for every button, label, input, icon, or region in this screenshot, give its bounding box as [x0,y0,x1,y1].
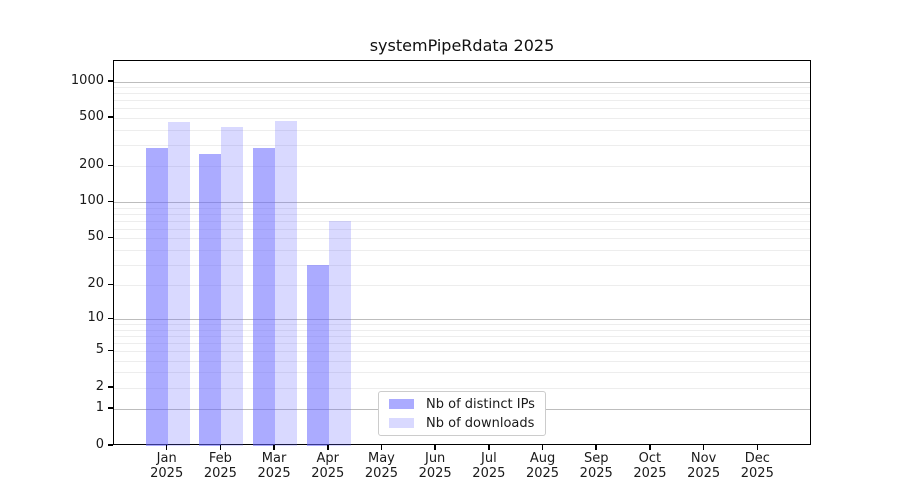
legend: Nb of distinct IPs Nb of downloads [378,391,546,436]
y-tick-mark [108,237,113,239]
y-tick-label: 1000 [38,73,104,89]
x-tick-mark [488,445,490,450]
gridline-minor [114,118,810,119]
legend-swatch-distinct-ips-icon [389,399,414,409]
bar-distinct-ips-jan [146,148,168,446]
y-tick-label: 200 [38,157,104,173]
y-tick-label: 1 [38,400,104,416]
legend-label-distinct-ips: Nb of distinct IPs [426,397,535,412]
x-tick-mark [273,445,275,450]
x-tick-mark [757,445,759,450]
legend-item-distinct-ips: Nb of distinct IPs [389,397,535,412]
gridline-minor [114,108,810,109]
bar-distinct-ips-feb [199,154,221,446]
y-tick-label: 100 [38,193,104,209]
bar-downloads-feb [221,127,243,446]
gridline-minor [114,145,810,146]
gridline-minor [114,93,810,94]
x-tick-month: Dec [725,451,789,466]
x-tick-mark [381,445,383,450]
bar-distinct-ips-apr [307,265,329,447]
bar-distinct-ips-mar [253,148,275,446]
figure: systemPipeRdata 2025 1000500200100502010… [0,0,900,500]
bar-downloads-mar [275,121,297,447]
y-tick-label: 10 [38,310,104,326]
gridline-minor [114,130,810,131]
y-tick-label: 20 [38,276,104,292]
x-tick-mark [434,445,436,450]
bar-downloads-jan [168,122,190,446]
y-tick-mark [108,386,113,388]
y-tick-label: 2 [38,379,104,395]
gridline-major [114,82,810,83]
x-tick-mark [649,445,651,450]
y-tick-mark [108,165,113,167]
y-tick-label: 5 [38,342,104,358]
y-tick-mark [108,318,113,320]
y-tick-label: 500 [38,109,104,125]
y-tick-mark [108,80,113,82]
y-tick-label: 0 [38,437,104,453]
bar-downloads-apr [329,221,351,447]
y-tick-mark [108,407,113,409]
x-tick-label-dec: Dec2025 [725,451,789,481]
gridline-minor [114,87,810,88]
y-tick-mark [108,444,113,446]
x-tick-mark [327,445,329,450]
y-tick-label: 50 [38,229,104,245]
legend-item-downloads: Nb of downloads [389,416,535,431]
plot-area [113,60,811,445]
chart-title: systemPipeRdata 2025 [113,36,811,55]
y-tick-mark [108,350,113,352]
y-tick-mark [108,284,113,286]
x-tick-year: 2025 [725,466,789,481]
y-tick-mark [108,201,113,203]
x-tick-mark [542,445,544,450]
x-tick-mark [703,445,705,450]
legend-label-downloads: Nb of downloads [426,416,534,431]
y-tick-mark [108,116,113,118]
gridline-minor [114,100,810,101]
x-tick-mark [220,445,222,450]
x-tick-mark [595,445,597,450]
x-tick-mark [166,445,168,450]
legend-swatch-downloads-icon [389,418,414,428]
